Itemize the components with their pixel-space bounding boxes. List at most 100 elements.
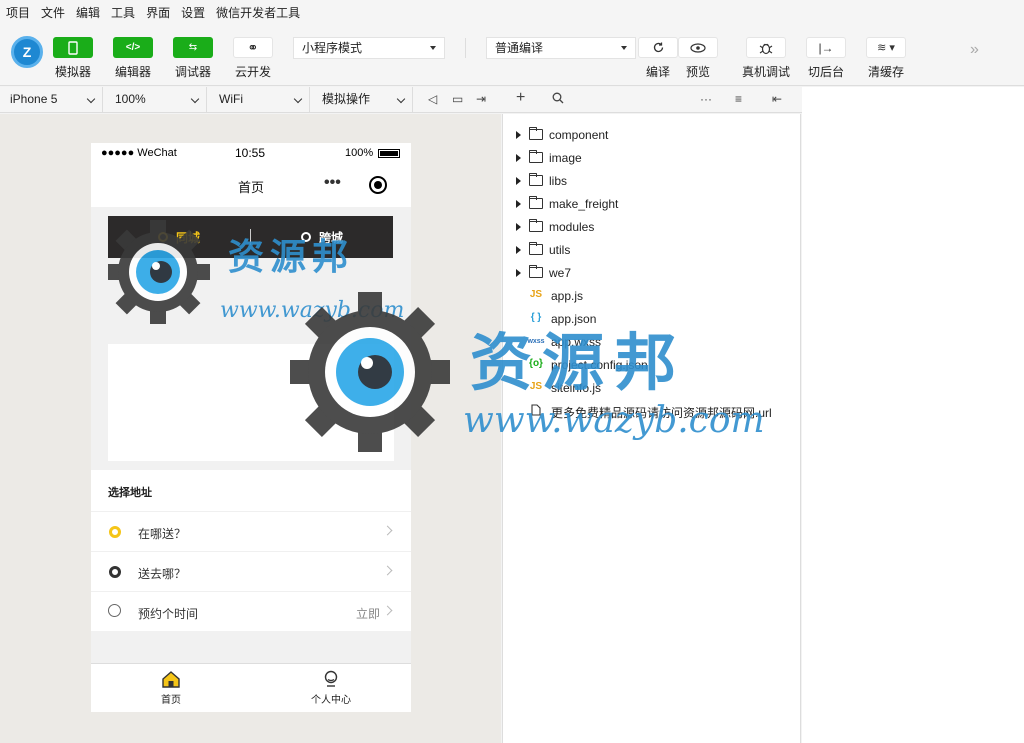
window-icon[interactable]: ▭ <box>452 92 463 106</box>
preview-button[interactable]: 预览 <box>678 37 718 80</box>
folder-item[interactable]: we7 <box>503 261 802 284</box>
file-item[interactable]: {o} project.config.json <box>503 353 802 376</box>
folder-item[interactable]: make_freight <box>503 192 802 215</box>
cloud-dev-button[interactable]: ⚭ 云开发 <box>233 37 273 80</box>
from-address-row[interactable]: 在哪送？ <box>91 511 411 551</box>
schedule-value: 立即 <box>355 607 380 621</box>
real-device-debug-button[interactable]: 真机调试 <box>742 37 790 80</box>
status-time: 10:55 <box>235 146 266 160</box>
chevron-right-icon <box>382 605 393 616</box>
caret-right-icon <box>516 131 521 139</box>
editor-button[interactable]: </> 编辑器 <box>113 37 153 80</box>
clear-cache-button[interactable]: ≋ ▾ 清缓存 <box>866 37 906 80</box>
detach-icon[interactable]: ⇥ <box>476 92 486 106</box>
menu-item-file[interactable]: 文件 <box>41 4 65 21</box>
toolbar-divider <box>465 38 466 58</box>
file-item[interactable]: wxss app.wxss <box>503 330 802 353</box>
address-card: 选择地址 在哪送？ 送去哪？ 预约个时间 立即 <box>91 470 411 631</box>
close-capsule-icon[interactable] <box>369 176 387 194</box>
config-file-icon: {o} <box>529 358 543 369</box>
panel-toggle-icon[interactable]: ⇤ <box>772 92 782 106</box>
speaker-icon[interactable]: ◁ <box>428 92 437 106</box>
status-bar: ●●●●● WeChat 10:55 100% <box>91 143 411 163</box>
chevron-down-icon <box>396 94 406 104</box>
operation-select[interactable]: 模拟操作 <box>312 87 413 112</box>
battery-percent: 100% <box>345 147 374 159</box>
page-title: 首页 <box>238 180 265 195</box>
menu-item-edit[interactable]: 编辑 <box>76 4 100 21</box>
code-icon: </> <box>113 37 153 58</box>
to-address-row[interactable]: 送去哪？ <box>91 551 411 591</box>
carrier-label: ●●●●● WeChat <box>101 147 177 159</box>
menu-item-tools[interactable]: 工具 <box>111 4 135 21</box>
compile-select[interactable]: 普通编译 <box>486 37 636 59</box>
folder-icon <box>529 219 543 232</box>
map-area[interactable] <box>108 344 394 461</box>
tab-cross-city[interactable]: 跨城 <box>251 229 393 246</box>
mode-select[interactable]: 小程序模式 <box>293 37 445 59</box>
user-icon <box>324 670 338 687</box>
add-icon[interactable]: + <box>516 89 525 107</box>
chevron-down-icon <box>293 94 303 104</box>
avatar[interactable]: Z <box>11 36 43 68</box>
file-item[interactable]: { } app.json <box>503 307 802 330</box>
background-switch-button[interactable]: |→ 切后台 <box>806 37 846 80</box>
zoom-select[interactable]: 100% <box>105 87 207 112</box>
radio-icon <box>300 232 311 242</box>
json-file-icon: { } <box>530 312 542 323</box>
folder-icon <box>529 127 543 140</box>
search-icon[interactable] <box>552 92 564 107</box>
folder-item[interactable]: image <box>503 146 802 169</box>
more-chevrons-icon[interactable]: » <box>970 41 979 59</box>
simulator-button[interactable]: 模拟器 <box>53 37 93 80</box>
folder-item[interactable]: utils <box>503 238 802 261</box>
caret-right-icon <box>516 177 521 185</box>
file-item[interactable]: JS app.js <box>503 284 802 307</box>
tab-profile[interactable]: 个人中心 <box>251 664 411 712</box>
menu-item-project[interactable]: 项目 <box>6 4 30 21</box>
caret-right-icon <box>516 269 521 277</box>
clock-icon <box>108 604 121 617</box>
menu-item-devtools[interactable]: 微信开发者工具 <box>216 4 300 21</box>
debugger-button[interactable]: ⇆ 调试器 <box>173 37 213 80</box>
city-tabs: 同城 跨城 <box>108 216 393 258</box>
chevron-down-icon <box>190 94 200 104</box>
network-select[interactable]: WiFi <box>209 87 310 112</box>
folder-icon <box>529 196 543 209</box>
compile-button[interactable]: 编译 <box>638 37 678 80</box>
menu-dots-icon[interactable]: ••• <box>324 174 341 192</box>
debug-arrows-icon: ⇆ <box>173 37 213 58</box>
caret-right-icon <box>516 154 521 162</box>
home-icon <box>162 671 180 688</box>
phone-simulator: ●●●●● WeChat 10:55 100% 首页 ••• 同城 跨城 选择地… <box>91 143 411 712</box>
collapse-all-icon[interactable]: ≡ <box>735 92 742 106</box>
folder-item[interactable]: component <box>503 123 802 146</box>
folder-icon <box>529 150 543 163</box>
menu-item-view[interactable]: 界面 <box>146 4 170 21</box>
file-item[interactable]: 更多免费精品源码请访问资源邦源码网.url <box>503 399 802 422</box>
more-icon[interactable]: ··· <box>700 92 712 106</box>
chevron-down-icon <box>430 46 436 50</box>
refresh-icon <box>638 37 678 58</box>
chevron-right-icon <box>382 525 393 536</box>
layers-icon: ≋ ▾ <box>866 37 906 58</box>
folder-item[interactable]: modules <box>503 215 802 238</box>
caret-right-icon <box>516 200 521 208</box>
schedule-time-row[interactable]: 预约个时间 立即 <box>91 591 411 631</box>
tab-home[interactable]: 首页 <box>91 664 251 712</box>
file-item[interactable]: JS siteinfo.js <box>503 376 802 399</box>
menu-item-settings[interactable]: 设置 <box>181 4 205 21</box>
folder-item[interactable]: libs <box>503 169 802 192</box>
tab-same-city[interactable]: 同城 <box>108 229 250 246</box>
folder-icon <box>529 173 543 186</box>
chevron-right-icon <box>382 565 393 576</box>
caret-right-icon <box>516 246 521 254</box>
address-header: 选择地址 <box>108 487 152 499</box>
switch-icon: |→ <box>806 37 846 58</box>
wxss-file-icon: wxss <box>527 338 545 345</box>
folder-icon <box>529 265 543 278</box>
device-select[interactable]: iPhone 5 <box>0 87 103 112</box>
file-explorer: component image libs make_freight module… <box>502 114 801 743</box>
radio-selected-icon <box>157 232 168 242</box>
pickup-dot-icon <box>109 526 121 538</box>
